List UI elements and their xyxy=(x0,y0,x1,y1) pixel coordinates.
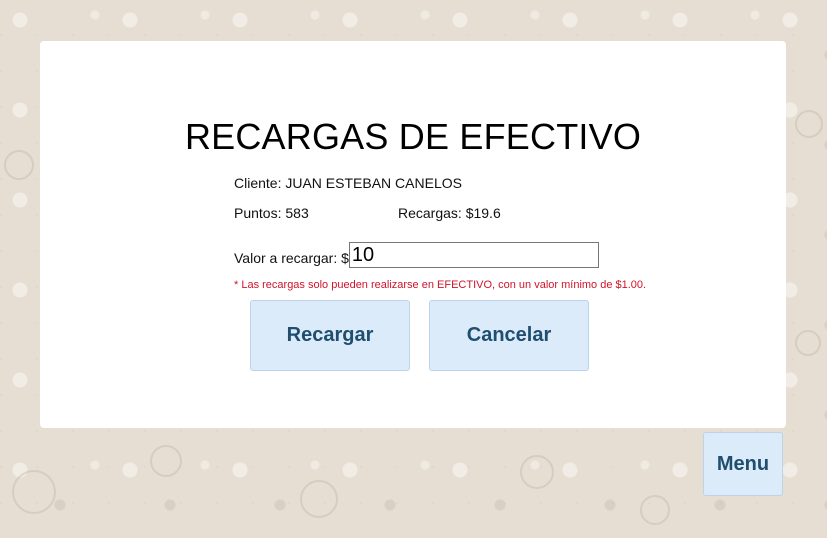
background-doodle xyxy=(795,330,821,356)
amount-label: Valor a recargar: $ xyxy=(234,250,349,266)
amount-row: Valor a recargar: $ xyxy=(234,242,599,268)
points-value: Puntos: 583 xyxy=(234,205,309,221)
background-doodle xyxy=(520,455,554,489)
amount-input[interactable] xyxy=(348,242,599,268)
menu-button[interactable]: Menu xyxy=(703,432,783,496)
client-name: Cliente: JUAN ESTEBAN CANELOS xyxy=(234,175,462,191)
recharge-button[interactable]: Recargar xyxy=(250,300,410,371)
background-doodle xyxy=(12,470,56,514)
cancel-button[interactable]: Cancelar xyxy=(429,300,589,371)
background-doodle xyxy=(300,480,338,518)
page-title: RECARGAS DE EFECTIVO xyxy=(184,116,642,157)
recharge-panel: RECARGAS DE EFECTIVO Cliente: JUAN ESTEB… xyxy=(40,41,786,428)
background-doodle xyxy=(4,150,34,180)
background-doodle xyxy=(795,110,823,138)
recharges-value: Recargas: $19.6 xyxy=(398,205,501,221)
background-doodle xyxy=(150,445,182,477)
background-doodle xyxy=(640,495,670,525)
minimum-amount-note: * Las recargas solo pueden realizarse en… xyxy=(234,279,647,291)
